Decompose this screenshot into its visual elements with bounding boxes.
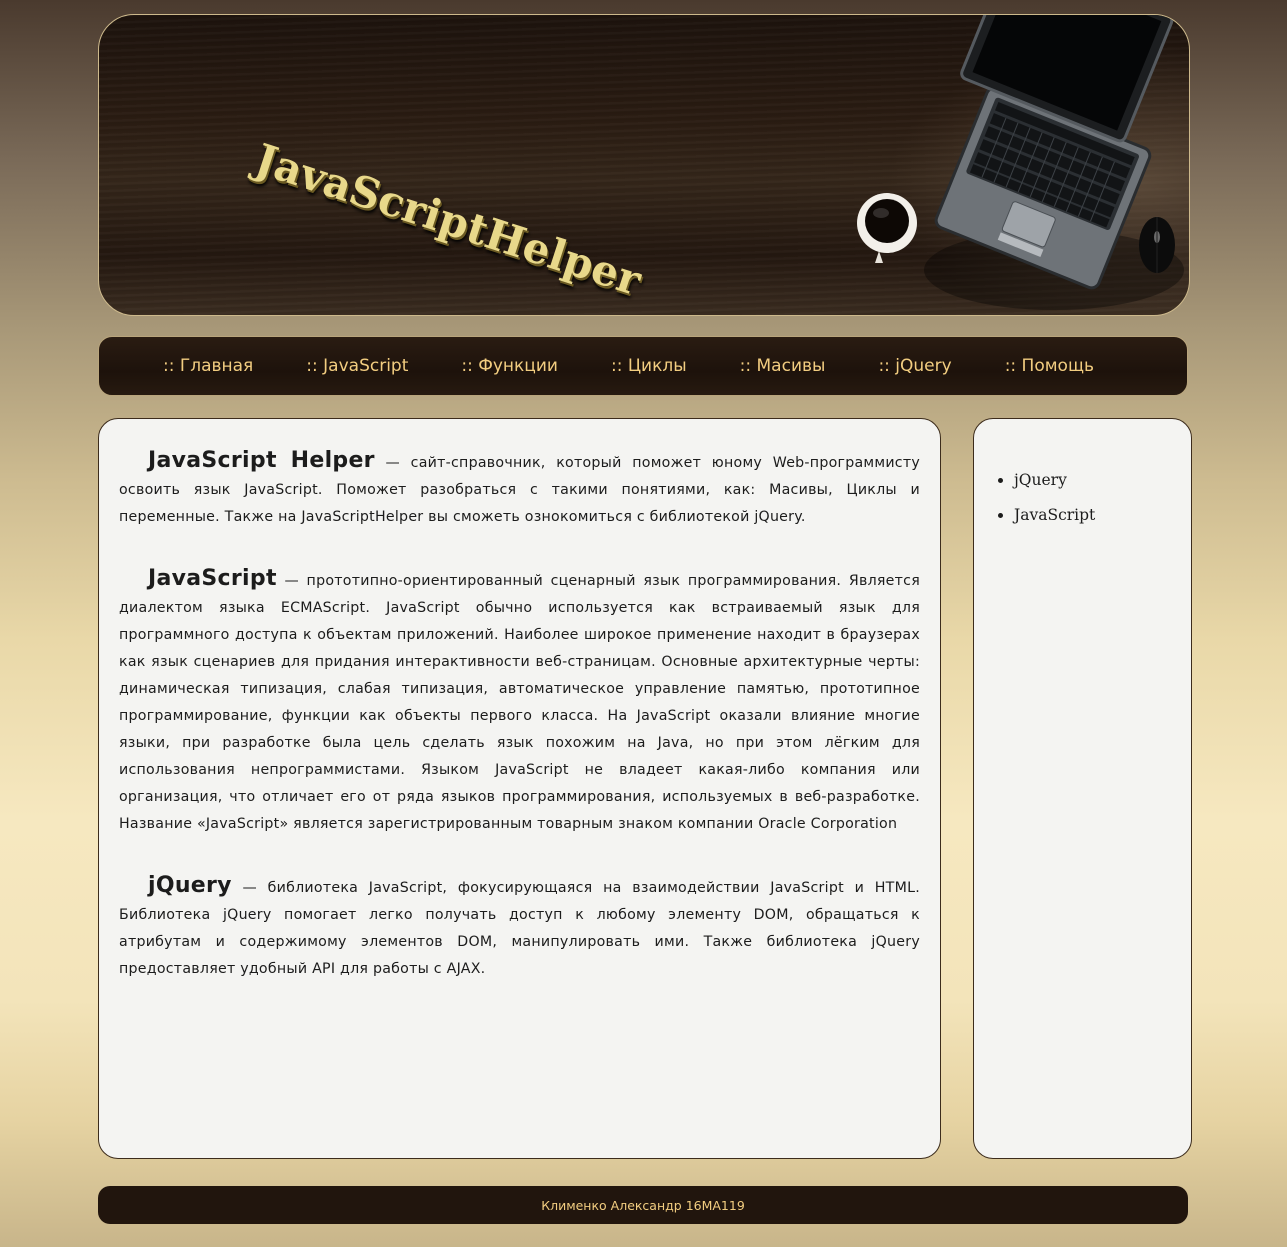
footer-author-text: Клименко Александр 16МА119 bbox=[541, 1197, 745, 1213]
paragraph-text: — прототипно-ориентированный сценарный я… bbox=[119, 573, 920, 832]
intro-paragraph: JavaScript Helper — сайт-справочник, кот… bbox=[119, 447, 920, 531]
mouse-icon bbox=[1139, 217, 1175, 273]
laptop-coffee-illustration bbox=[857, 15, 1184, 310]
nav-item-help[interactable]: :: Помощь bbox=[1005, 356, 1094, 376]
nav-item-jquery[interactable]: :: jQuery bbox=[878, 356, 951, 376]
nav-item-javascript[interactable]: :: JavaScript bbox=[306, 356, 408, 376]
nav-item-home[interactable]: :: Главная bbox=[163, 356, 253, 376]
main-content-panel: JavaScript Helper — сайт-справочник, кот… bbox=[98, 418, 941, 1159]
nav-item-arrays[interactable]: :: Масивы bbox=[740, 356, 826, 376]
site-logo-text[interactable]: JavaScriptHelper bbox=[249, 134, 647, 305]
term-heading: jQuery bbox=[148, 873, 232, 898]
sidebar-link-list: jQuery JavaScript bbox=[974, 471, 1191, 524]
term-heading: JavaScript bbox=[148, 566, 277, 591]
nav-item-loops[interactable]: :: Циклы bbox=[611, 356, 687, 376]
jquery-paragraph: jQuery — библиотека JavaScript, фокусиру… bbox=[119, 872, 920, 983]
sidebar-panel: jQuery JavaScript bbox=[973, 418, 1192, 1159]
javascript-paragraph: JavaScript — прототипно-ориентированный … bbox=[119, 565, 920, 838]
coffee-cup-icon bbox=[857, 193, 917, 263]
main-navigation: :: Главная :: JavaScript :: Функции :: Ц… bbox=[98, 336, 1188, 396]
header-banner: JavaScriptHelper bbox=[98, 14, 1190, 316]
paragraph-text: — библиотека JavaScript, фокусирующаяся … bbox=[119, 880, 920, 977]
sidebar-link-javascript[interactable]: JavaScript bbox=[1014, 506, 1191, 524]
sidebar-link-jquery[interactable]: jQuery bbox=[1014, 471, 1191, 489]
footer-bar: Клименко Александр 16МА119 bbox=[98, 1186, 1188, 1224]
term-heading: JavaScript Helper bbox=[148, 448, 375, 473]
nav-item-functions[interactable]: :: Функции bbox=[461, 356, 558, 376]
